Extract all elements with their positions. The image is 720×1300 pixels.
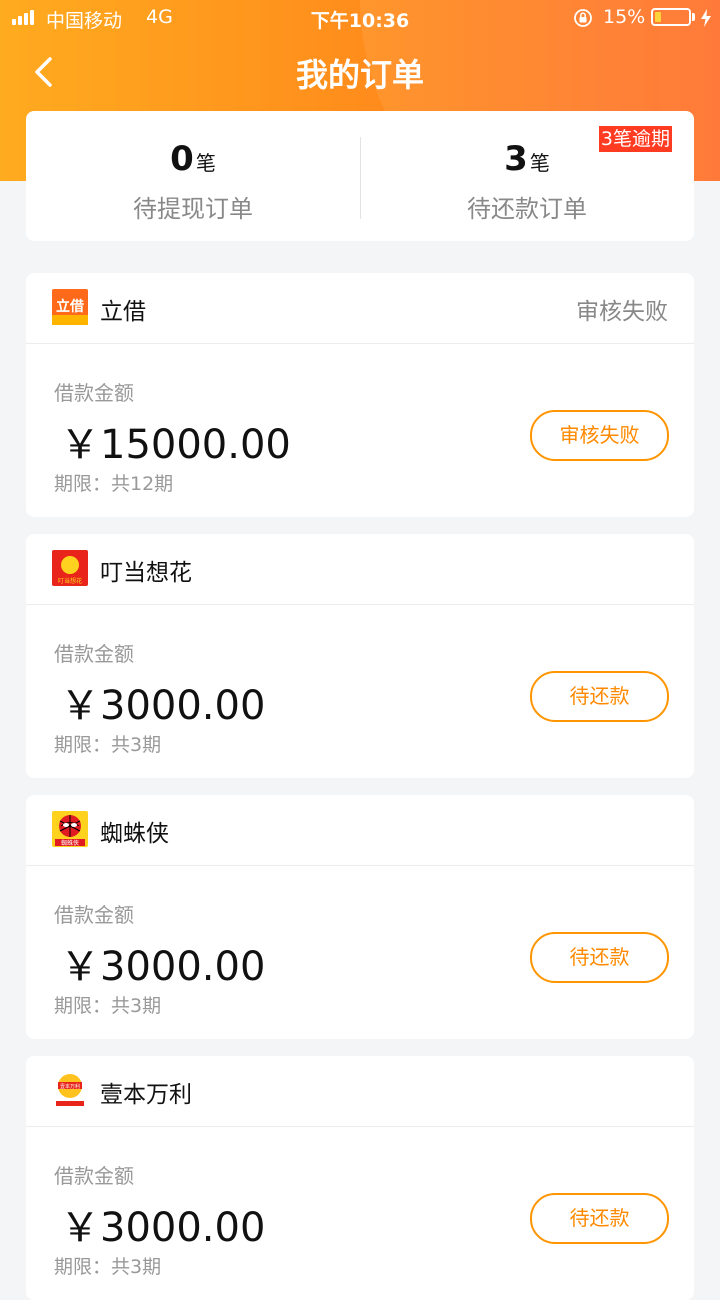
page-title: 我的订单 [295, 56, 424, 94]
battery-cap [692, 13, 695, 21]
lender-logo-text: 叮当想花 [58, 577, 82, 585]
lender-logo-icon: 蜘蛛侠 [52, 811, 88, 847]
order-card[interactable]: 叮当想花 叮当想花 借款金额 ￥3000.00 期限：共3期 待还款 [26, 534, 694, 778]
amount-label: 借款金额 [54, 381, 134, 405]
loan-amount: ￥3000.00 [60, 683, 266, 729]
withdraw-count-number: 0 [170, 139, 194, 179]
repay-count-number: 3 [504, 139, 528, 179]
order-action-button[interactable]: 待还款 [530, 671, 669, 722]
order-card-header: 叮当想花 叮当想花 [26, 534, 694, 605]
lender-name: 壹本万利 [100, 1082, 192, 1108]
battery-icon [651, 8, 691, 26]
lender-logo-icon: 叮当想花 [52, 550, 88, 586]
lender-logo-text: 壹本万利 [60, 1083, 80, 1090]
loan-term: 期限：共3期 [54, 995, 162, 1017]
withdraw-label: 待提现订单 [133, 195, 253, 223]
charging-bolt-icon [701, 9, 711, 27]
battery-percent: 15% [603, 6, 646, 28]
amount-label: 借款金额 [54, 642, 134, 666]
order-action-button[interactable]: 待还款 [530, 1193, 669, 1244]
orientation-lock-icon [574, 9, 592, 27]
amount-label: 借款金额 [54, 1164, 134, 1188]
loan-amount: ￥3000.00 [60, 944, 266, 990]
order-card-header: 蜘蛛侠 蜘蛛侠 [26, 795, 694, 866]
loan-amount: ￥3000.00 [60, 1205, 266, 1251]
repay-count-unit: 笔 [529, 151, 550, 175]
order-card-header: 立借 立借 审核失败 [26, 273, 694, 344]
order-card[interactable]: 壹本万利 壹本万利 借款金额 ￥3000.00 期限：共3期 待还款 [26, 1056, 694, 1300]
lender-name: 蜘蛛侠 [100, 821, 169, 847]
loan-term: 期限：共3期 [54, 1256, 162, 1278]
lender-logo-text: 立借 [56, 298, 84, 315]
lender-name: 立借 [100, 299, 146, 325]
withdraw-count-unit: 笔 [195, 151, 216, 175]
overdue-badge: 3笔逾期 [598, 126, 672, 152]
lender-logo-text: 蜘蛛侠 [61, 839, 79, 847]
status-bar: 中国移动 4G 下午10:36 15% [0, 0, 720, 36]
lender-logo-icon: 立借 [52, 289, 88, 325]
order-action-button[interactable]: 待还款 [530, 932, 669, 983]
loan-term: 期限：共12期 [54, 473, 174, 495]
amount-label: 借款金额 [54, 903, 134, 927]
order-card-header: 壹本万利 壹本万利 [26, 1056, 694, 1127]
repay-label: 待还款订单 [467, 195, 587, 223]
order-status: 审核失败 [576, 299, 668, 325]
lender-logo-icon: 壹本万利 [52, 1072, 88, 1108]
summary-withdraw[interactable]: 0笔 待提现订单 [26, 111, 360, 241]
loan-term: 期限：共3期 [54, 734, 162, 756]
order-card[interactable]: 蜘蛛侠 蜘蛛侠 借款金额 ￥3000.00 期限：共3期 待还款 [26, 795, 694, 1039]
withdraw-count: 0笔 [26, 139, 360, 179]
lender-name: 叮当想花 [100, 560, 192, 586]
order-summary-card: 0笔 待提现订单 3笔 待还款订单 3笔逾期 [26, 111, 694, 241]
order-action-button[interactable]: 审核失败 [530, 410, 669, 461]
loan-amount: ￥15000.00 [60, 422, 291, 468]
order-card[interactable]: 立借 立借 审核失败 借款金额 ￥15000.00 期限：共12期 审核失败 [26, 273, 694, 517]
